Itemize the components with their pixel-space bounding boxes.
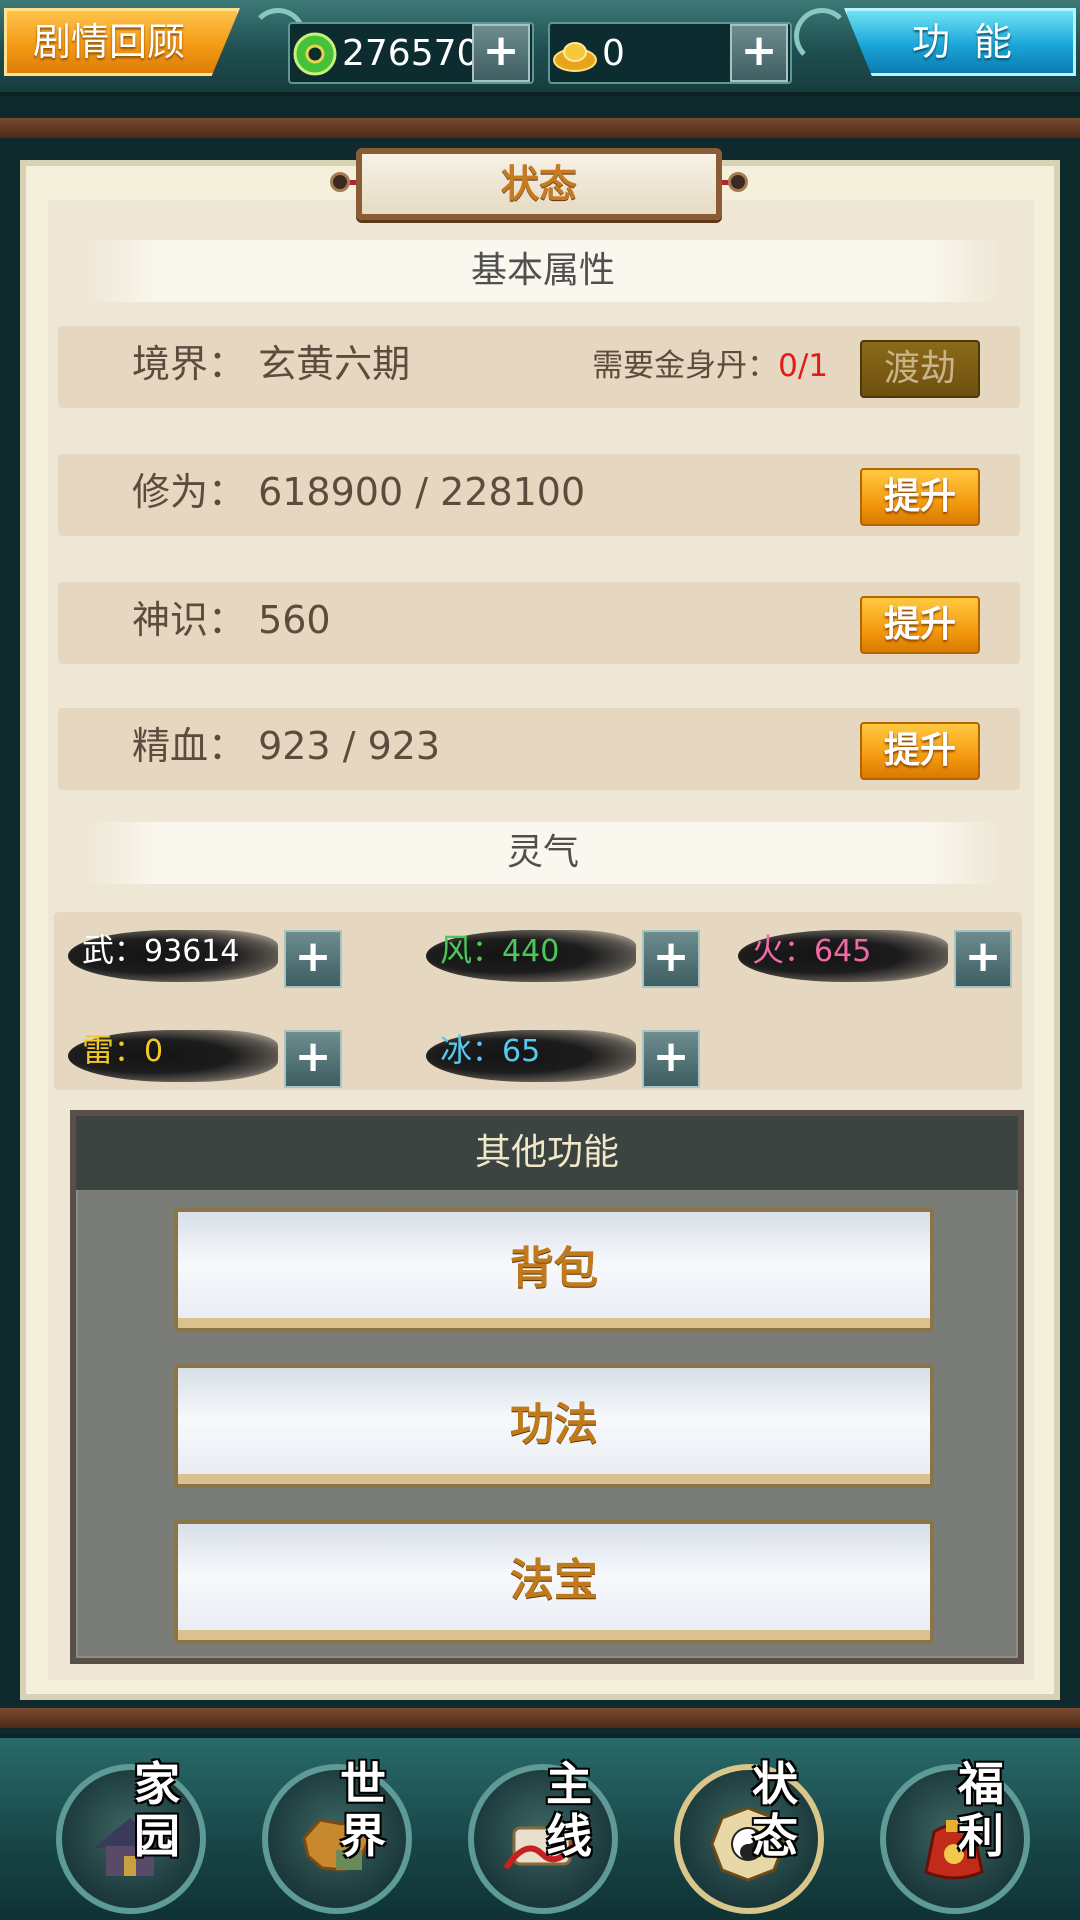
spirit-fire: 火：645 + — [738, 922, 1012, 988]
cloud-ornament-right — [794, 8, 850, 64]
raise-divine-sense-button[interactable]: 提升 — [860, 596, 980, 654]
nav-home-label: 家园 — [134, 1757, 180, 1863]
nav-status[interactable]: 状态 — [668, 1752, 838, 1918]
add-thunder-button[interactable]: + — [284, 1030, 342, 1088]
essence-blood-label: 精血： 923 / 923 — [132, 724, 441, 768]
bottom-navigation: 家园 世界 主线 状态 福利 — [0, 1734, 1080, 1920]
spirit-key: 冰 — [440, 1031, 473, 1069]
spirit-key: 风 — [440, 931, 473, 969]
spirit-energy-box: 武：93614 + 风：440 + 火：645 + 雷：0 + 冰：65 + — [54, 912, 1022, 1090]
panel-title: 状态 — [500, 162, 577, 206]
function-menu-button[interactable]: 功能 — [844, 8, 1076, 76]
spirit-martial-text: 武：93614 — [82, 931, 240, 969]
wood-divider-bottom — [0, 1708, 1080, 1728]
top-bar: 剧情回顾 276570 + 0 + 功能 — [0, 0, 1080, 96]
spirit-stone-value: 276570 — [342, 33, 480, 74]
tribulation-button[interactable]: 渡劫 — [860, 340, 980, 398]
divine-sense-row: 神识： 560 提升 — [58, 582, 1020, 664]
golden-pill-label: 需要金身丹： — [592, 348, 779, 384]
spirit-key: 武 — [82, 931, 115, 969]
other-functions-heading: 其他功能 — [76, 1116, 1018, 1190]
spirit-thunder-text: 雷：0 — [82, 1031, 164, 1069]
spirit-value: 645 — [814, 934, 872, 969]
nav-status-label: 状态 — [752, 1757, 798, 1863]
spirit-value: 65 — [502, 1034, 541, 1069]
gold-ingot-icon — [553, 42, 597, 72]
spirit-thunder: 雷：0 + — [68, 1022, 342, 1088]
nav-home[interactable]: 家园 — [50, 1752, 220, 1918]
jade-coin-icon — [293, 32, 337, 76]
nav-welfare-label: 福利 — [958, 1757, 1004, 1863]
golden-pill-requirement: 需要金身丹：0/1 — [592, 340, 828, 392]
nav-welfare[interactable]: 福利 — [874, 1752, 1044, 1918]
nav-world[interactable]: 世界 — [256, 1752, 426, 1918]
spirit-value: 0 — [144, 1034, 164, 1069]
cultivation-label: 修为： 618900 / 228100 — [132, 470, 586, 514]
scroll-knob-right — [728, 172, 748, 192]
add-gold-ingot-button[interactable]: + — [730, 24, 788, 82]
add-martial-button[interactable]: + — [284, 930, 342, 988]
spirit-value: 440 — [502, 934, 560, 969]
nav-main-quest-label: 主线 — [546, 1757, 592, 1863]
spirit-martial: 武：93614 + — [68, 922, 342, 988]
spirit-ice-text: 冰：65 — [440, 1031, 541, 1069]
spirit-wind: 风：440 + — [426, 922, 700, 988]
raise-cultivation-button[interactable]: 提升 — [860, 468, 980, 526]
techniques-button[interactable]: 功法 — [174, 1364, 934, 1488]
spirit-energy-heading: 灵气 — [86, 822, 1000, 884]
cultivation-row: 修为： 618900 / 228100 提升 — [58, 454, 1020, 536]
add-wind-button[interactable]: + — [642, 930, 700, 988]
spirit-wind-text: 风：440 — [440, 931, 560, 969]
add-ice-button[interactable]: + — [642, 1030, 700, 1088]
panel-title-scroll: 状态 — [330, 148, 748, 220]
nav-main-quest[interactable]: 主线 — [462, 1752, 632, 1918]
scroll-knob-left — [330, 172, 350, 192]
spirit-fire-text: 火：645 — [752, 931, 872, 969]
basic-attributes-heading: 基本属性 — [86, 240, 1000, 302]
add-spirit-stone-button[interactable]: + — [472, 24, 530, 82]
gold-ingot-value: 0 — [602, 33, 625, 74]
other-functions-box: 其他功能 背包 功法 法宝 — [70, 1110, 1024, 1664]
divine-sense-label: 神识： 560 — [132, 598, 331, 642]
nav-world-label: 世界 — [340, 1757, 386, 1863]
add-fire-button[interactable]: + — [954, 930, 1012, 988]
spirit-value: 93614 — [144, 934, 240, 969]
spirit-key: 火 — [752, 931, 785, 969]
spirit-key: 雷 — [82, 1031, 115, 1069]
essence-blood-row: 精血： 923 / 923 提升 — [58, 708, 1020, 790]
wood-divider-top — [0, 118, 1080, 138]
spirit-stone-counter: 276570 + — [288, 22, 534, 84]
golden-pill-count: 0/1 — [778, 348, 828, 384]
treasures-button[interactable]: 法宝 — [174, 1520, 934, 1644]
story-review-button[interactable]: 剧情回顾 — [4, 8, 240, 76]
realm-row: 境界： 玄黄六期 需要金身丹：0/1 渡劫 — [58, 326, 1020, 408]
gold-ingot-counter: 0 + — [548, 22, 792, 84]
realm-label: 境界： 玄黄六期 — [132, 342, 411, 386]
raise-essence-blood-button[interactable]: 提升 — [860, 722, 980, 780]
backpack-button[interactable]: 背包 — [174, 1208, 934, 1332]
spirit-ice: 冰：65 + — [426, 1022, 700, 1088]
